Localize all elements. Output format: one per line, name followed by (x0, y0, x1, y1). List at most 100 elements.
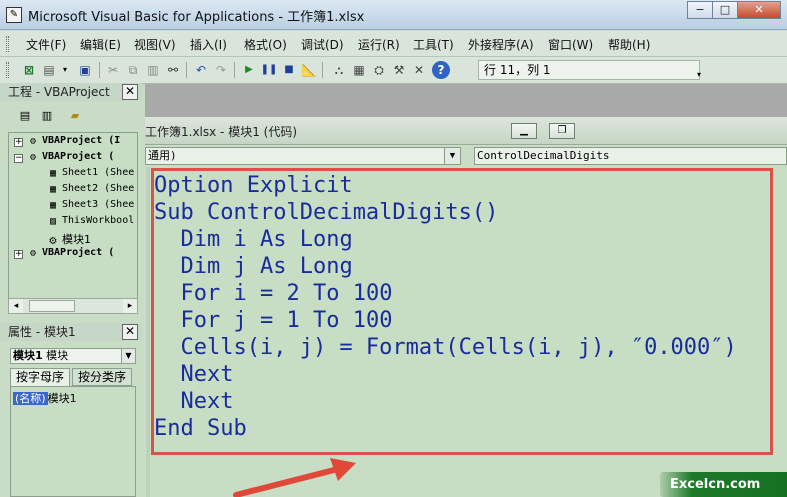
standard-toolbar: ⊠ ▤ ▾ ▣ ✂ ⧉ ▥ ⚯ ↶ ↷ ▶ ❚❚ ■ 📐 ⛬ ▦ ⛭ ⚒ ✕ ?… (0, 57, 787, 84)
code-line-5[interactable]: For i = 2 To 100 (154, 282, 392, 306)
tree-node-sheet1[interactable]: ▦ Sheet1 (Shee (47, 167, 134, 179)
vba-app-icon: ✎ (6, 7, 22, 23)
scroll-right-icon[interactable]: ▸ (123, 299, 137, 313)
code-window-titlebar: 工作簿1.xlsx - 模块1 (代码) ▁ ❐ (145, 117, 787, 145)
sheet-icon: ▦ (49, 200, 57, 211)
close-button[interactable]: ✕ (737, 1, 781, 19)
properties-panel-close-button[interactable]: ✕ (122, 324, 138, 340)
help-icon[interactable]: ? (432, 61, 450, 79)
find-icon[interactable]: ⚯ (164, 61, 182, 79)
tree-node-module1[interactable]: ⚙ 模块1 (47, 231, 91, 247)
scroll-left-icon[interactable]: ◂ (9, 299, 23, 313)
save-icon[interactable]: ▣ (76, 61, 94, 79)
menu-file[interactable]: 文件(F) (26, 36, 66, 53)
collapse-icon[interactable]: − (14, 154, 23, 163)
view-object-icon[interactable]: ▥ (38, 108, 56, 124)
title-bar: ✎ Microsoft Visual Basic for Application… (0, 0, 787, 30)
code-line-8[interactable]: Next (154, 363, 233, 387)
code-line-6[interactable]: For j = 1 To 100 (154, 309, 392, 333)
menu-debug[interactable]: 调试(D) (301, 36, 344, 53)
insert-dropdown-icon[interactable]: ▾ (56, 61, 74, 79)
toggle-folders-icon[interactable]: ▰ (66, 108, 84, 124)
project-panel-toolbar: ▤ ▥ ▰ (0, 102, 142, 130)
code-restore-button[interactable]: ❐ (549, 123, 575, 139)
scroll-thumb[interactable] (29, 300, 75, 312)
properties-grid: (名称) 模块1 (10, 386, 136, 497)
menu-view[interactable]: 视图(V) (134, 36, 176, 53)
chevron-down-icon[interactable]: ▼ (444, 148, 460, 164)
view-code-icon[interactable]: ▤ (16, 108, 34, 124)
project-explorer-icon[interactable]: ⛬ (330, 61, 348, 79)
copy-icon[interactable]: ⧉ (124, 61, 142, 79)
properties-panel-title: 属性 - 模块1 (0, 323, 142, 341)
expand-icon[interactable]: + (14, 138, 23, 147)
chevron-down-icon[interactable]: ▼ (121, 349, 135, 363)
menu-tools[interactable]: 工具(T) (413, 36, 454, 53)
menu-bar: 文件(F) 编辑(E) 视图(V) 插入(I) 格式(O) 调试(D) 运行(R… (0, 31, 787, 57)
code-line-10[interactable]: End Sub (154, 417, 247, 441)
project-panel-close-button[interactable]: ✕ (122, 84, 138, 100)
maximize-button[interactable]: □ (712, 1, 738, 19)
procedure-combo[interactable]: ControlDecimalDigits (474, 147, 787, 165)
tree-node-sheet2[interactable]: ▦ Sheet2 (Shee (47, 183, 134, 195)
code-line-3[interactable]: Dim i As Long (154, 228, 352, 252)
tree-node-sheet3[interactable]: ▦ Sheet3 (Shee (47, 199, 134, 211)
module-icon: ⚙ (48, 236, 58, 247)
paste-icon[interactable]: ▥ (144, 61, 162, 79)
menubar-grip[interactable] (6, 36, 9, 52)
expand-icon[interactable]: + (14, 250, 23, 259)
toolbox-icon[interactable]: ⚒ (390, 61, 408, 79)
menu-format[interactable]: 格式(O) (244, 36, 287, 53)
annotation-arrow-icon (233, 458, 356, 497)
design-mode-icon[interactable]: 📐 (300, 61, 318, 79)
project-panel-title: 工程 - VBAProject (0, 83, 142, 101)
tree-node-vbaproject-3[interactable]: ⚙ VBAProject ( (27, 247, 114, 259)
code-line-2[interactable]: Sub ControlDecimalDigits() (154, 201, 498, 225)
vba-project-icon: ⚙ (29, 248, 37, 259)
menu-run[interactable]: 运行(R) (358, 36, 400, 53)
run-icon[interactable]: ▶ (240, 61, 258, 79)
tree-node-vbaproject-2[interactable]: ⚙ VBAProject ( (27, 151, 114, 163)
window-title: Microsoft Visual Basic for Applications … (28, 10, 365, 25)
tools-icon[interactable]: ✕ (410, 61, 428, 79)
cut-icon[interactable]: ✂ (104, 61, 122, 79)
sheet-icon: ▦ (49, 184, 57, 195)
tab-categorized[interactable]: 按分类序 (72, 368, 132, 386)
undo-icon[interactable]: ↶ (192, 61, 210, 79)
properties-icon[interactable]: ▦ (350, 61, 368, 79)
workbook-icon: ▨ (49, 216, 57, 227)
tree-node-vbaproject-1[interactable]: ⚙ VBAProject (I (27, 135, 120, 147)
code-line-1[interactable]: Option Explicit (154, 174, 353, 198)
pause-icon[interactable]: ❚❚ (260, 61, 278, 79)
mdi-background (145, 84, 787, 117)
margin-indicator-bar (146, 167, 150, 497)
excel-view-icon[interactable]: ⊠ (20, 61, 38, 79)
sheet-icon: ▦ (49, 168, 57, 179)
object-combo[interactable]: 通用) ▼ (145, 147, 461, 165)
vba-project-icon: ⚙ (29, 136, 37, 147)
code-line-4[interactable]: Dim j As Long (154, 255, 352, 279)
tab-alphabetic[interactable]: 按字母序 (10, 368, 70, 386)
menu-addins[interactable]: 外接程序(A) (468, 36, 534, 53)
toolbar-grip[interactable] (6, 62, 9, 78)
site-watermark: Excelcn.com (660, 472, 787, 497)
menu-window[interactable]: 窗口(W) (548, 36, 593, 53)
object-selector[interactable]: 模块1 模块 ▼ (10, 348, 136, 364)
menu-help[interactable]: 帮助(H) (608, 36, 650, 53)
menu-edit[interactable]: 编辑(E) (80, 36, 121, 53)
project-tree: + ⚙ VBAProject (I − ⚙ VBAProject ( ▦ Sheet1… (8, 132, 138, 302)
minimize-button[interactable]: − (687, 1, 713, 19)
toolbar-overflow-icon[interactable]: ▾ (690, 66, 708, 84)
tree-horizontal-scrollbar[interactable]: ◂ ▸ (8, 298, 138, 314)
redo-icon[interactable]: ↷ (212, 61, 230, 79)
code-line-7[interactable]: Cells(i, j) = Format(Cells(i, j), ″0.000… (154, 336, 736, 360)
menu-insert[interactable]: 插入(I) (190, 36, 227, 53)
cursor-position: 行 11，列 1 (478, 60, 700, 80)
stop-icon[interactable]: ■ (280, 61, 298, 79)
property-row-name[interactable]: (名称) 模块1 (13, 390, 77, 406)
object-browser-icon[interactable]: ⛭ (370, 61, 388, 79)
code-line-9[interactable]: Next (154, 390, 233, 414)
code-minimize-button[interactable]: ▁ (511, 123, 537, 139)
window-controls: − □ ✕ (687, 1, 781, 19)
tree-node-thisworkbook[interactable]: ▨ ThisWorkbool (47, 215, 134, 227)
